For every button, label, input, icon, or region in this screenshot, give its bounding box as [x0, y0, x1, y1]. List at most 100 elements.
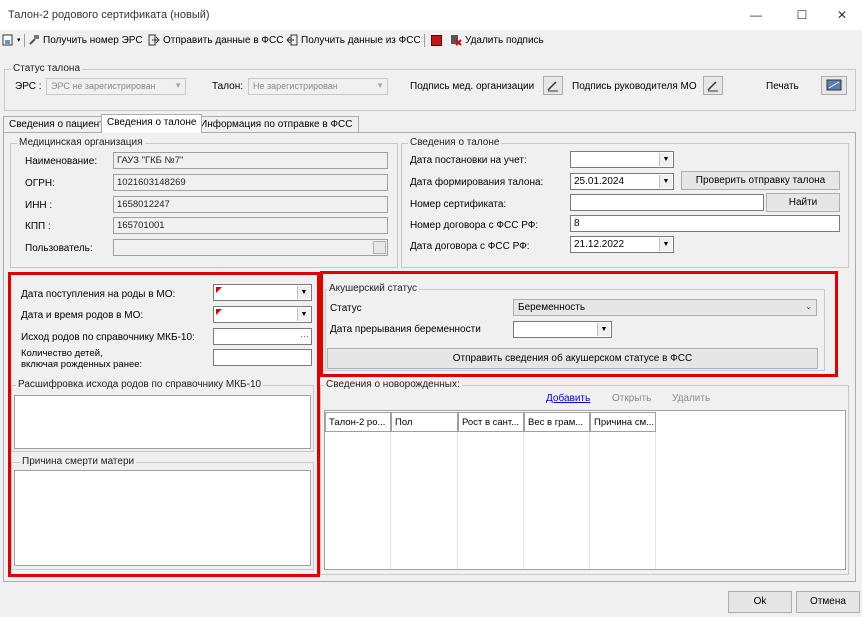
obstetric-status-label: Статус [330, 303, 362, 314]
newborns-grid[interactable] [324, 410, 846, 570]
admission-date-label: Дата поступления на роды в МО: [21, 289, 176, 300]
ellipsis-button[interactable] [373, 241, 386, 254]
tab-talon[interactable]: Сведения о талоне [101, 114, 203, 133]
printer-icon [826, 79, 842, 91]
talon-label: Талон: [212, 81, 244, 92]
receive-fss-label: Получить данные из ФСС [301, 34, 421, 46]
org-name-field[interactable]: ГАУЗ "ГКБ №7" [113, 152, 388, 169]
children-label-1: Количество детей, [21, 348, 103, 359]
grid-header-weight[interactable]: Вес в грам... [524, 412, 590, 432]
grid-column-line [457, 432, 458, 569]
outcome-label: Исход родов по справочнику МКБ-10: [21, 332, 195, 343]
grid-column-line [390, 432, 391, 569]
contract-num-input[interactable]: 8 [570, 215, 840, 232]
toolbar-divider [24, 34, 25, 47]
admission-date-picker[interactable]: ▼ [213, 284, 312, 301]
mother-death-label: Причина смерти матери [20, 456, 137, 467]
send-obstetric-button[interactable]: Отправить сведения об акушерском статусе… [327, 348, 818, 369]
minimize-button[interactable]: — [738, 4, 774, 26]
add-newborn-link[interactable]: Добавить [546, 393, 590, 404]
maximize-button[interactable]: ☐ [784, 4, 820, 26]
grid-header-height[interactable]: Рост в сант... [458, 412, 524, 432]
form-date-value: 25.01.2024 [574, 176, 625, 187]
user-label: Пользователь: [25, 243, 93, 254]
tab-fss-info[interactable]: Информация по отправке в ФСС [194, 116, 359, 133]
mother-death-textarea[interactable] [14, 470, 311, 566]
reg-date-picker[interactable]: ▼ [570, 151, 674, 168]
receive-fss-button[interactable]: Получить данные из ФСС [286, 32, 421, 48]
cert-label: Номер сертификата: [410, 199, 507, 210]
ok-button[interactable]: Ok [728, 591, 792, 613]
delete-sign-button[interactable]: Удалить подпись [450, 32, 544, 48]
chevron-down-icon[interactable]: ▼ [659, 238, 672, 251]
tab-patient[interactable]: Сведения о пациенте [3, 116, 116, 133]
grid-header-death-cause[interactable]: Причина см... [590, 412, 656, 432]
chevron-down-icon[interactable]: ▼ [659, 153, 672, 166]
print-label: Печать [766, 81, 799, 92]
chevron-down-icon[interactable]: ▼ [297, 286, 310, 299]
kpp-label: КПП : [25, 221, 51, 232]
send-fss-button[interactable]: Отправить данные в ФСС [148, 32, 283, 48]
termination-date-label: Дата прерывания беременности [330, 324, 481, 335]
save-menu-button[interactable]: ▾ [2, 32, 21, 48]
cancel-button[interactable]: Отмена [796, 591, 860, 613]
reg-date-label: Дата постановки на учет: [410, 155, 527, 166]
kpp-field[interactable]: 165701001 [113, 217, 388, 234]
form-date-picker[interactable]: 25.01.2024 ▼ [570, 173, 674, 190]
grid-header-sex[interactable]: Пол [391, 412, 458, 432]
user-field[interactable] [113, 239, 388, 256]
ellipsis-icon[interactable]: … [300, 329, 309, 339]
red-book-icon [431, 34, 442, 46]
talon-status-value: Не зарегистрирован [253, 81, 338, 91]
delete-newborn-link[interactable]: Удалить [672, 393, 710, 404]
obstetric-status-value: Беременность [518, 302, 586, 313]
talon-info-group-label: Сведения о талоне [408, 137, 502, 148]
find-button[interactable]: Найти [766, 193, 840, 212]
ers-status-value: ЭРС не зарегистрирован [51, 81, 156, 91]
sign-med-org-button[interactable] [543, 76, 563, 95]
required-marker-icon [216, 287, 222, 293]
status-group-label: Статус талона [11, 63, 83, 74]
sign-head-label: Подпись руководителя МО [572, 81, 697, 92]
ers-label: ЭРС : [15, 81, 42, 92]
talon-status-select[interactable]: Не зарегистрирован ▼ [248, 78, 388, 95]
birth-datetime-picker[interactable]: ▼ [213, 306, 312, 323]
obstetric-status-select[interactable]: Беременность ⌄ [513, 299, 817, 316]
chevron-down-icon[interactable]: ▼ [659, 175, 672, 188]
ogrn-field[interactable]: 1021603148269 [113, 174, 388, 191]
birth-datetime-label: Дата и время родов в МО: [21, 310, 144, 321]
ers-status-select[interactable]: ЭРС не зарегистрирован ▼ [46, 78, 186, 95]
cert-input[interactable] [570, 194, 764, 211]
signature-pen-icon [547, 81, 558, 92]
open-newborn-link[interactable]: Открыть [612, 393, 651, 404]
hammer-icon [29, 35, 39, 45]
get-ers-button[interactable]: Получить номер ЭРС [28, 32, 143, 48]
chevron-down-icon[interactable]: ▼ [297, 308, 310, 321]
inn-field[interactable]: 1658012247 [113, 196, 388, 213]
toolbar: ▾ Получить номер ЭРС Отправить данные в … [0, 30, 862, 50]
sign-book-button[interactable] [431, 32, 442, 48]
outcome-decode-textarea[interactable] [14, 395, 311, 449]
contract-num-label: Номер договора с ФСС РФ: [410, 220, 539, 231]
get-ers-label: Получить номер ЭРС [43, 34, 143, 46]
termination-date-picker[interactable]: ▼ [513, 321, 612, 338]
required-marker-icon [216, 309, 222, 315]
children-count-input[interactable] [213, 349, 312, 366]
grid-header-talon[interactable]: Талон-2 ро... [325, 412, 391, 432]
chevron-down-icon[interactable]: ▼ [597, 323, 610, 336]
sign-head-button[interactable] [703, 76, 723, 95]
children-label-2: включая рожденных ранее: [21, 359, 143, 370]
check-talon-button[interactable]: Проверить отправку талона [681, 171, 840, 190]
chevron-down-icon: ▾ [17, 37, 21, 44]
title-bar: Талон-2 родового сертификата (новый) — ☐… [0, 0, 862, 30]
print-button[interactable] [821, 76, 847, 95]
delete-sign-label: Удалить подпись [465, 34, 544, 46]
contract-date-picker[interactable]: 21.12.2022 ▼ [570, 236, 674, 253]
outcome-decode-label: Расшифровка исхода родов по справочнику … [16, 379, 264, 390]
ogrn-label: ОГРН: [25, 178, 55, 189]
outcome-input[interactable]: … [213, 328, 312, 345]
send-fss-label: Отправить данные в ФСС [163, 34, 284, 46]
delete-signature-icon [451, 35, 462, 46]
close-button[interactable]: ✕ [824, 4, 860, 26]
import-arrow-icon [286, 34, 298, 46]
